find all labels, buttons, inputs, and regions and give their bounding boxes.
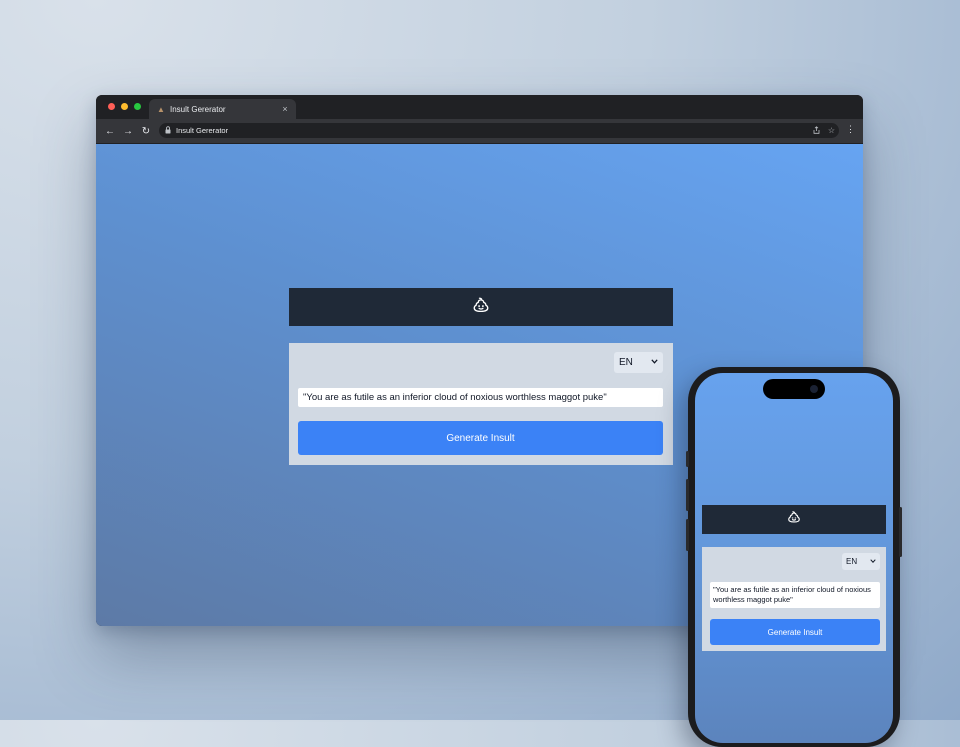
forward-icon[interactable]: → xyxy=(119,126,137,137)
mobile-language-select[interactable]: EN xyxy=(842,553,880,570)
browser-toolbar: ← → ↻ Insult Gererator ☆ ⋮ xyxy=(96,119,863,143)
window-controls xyxy=(108,103,141,110)
phone-volume-down-button xyxy=(686,519,689,551)
mobile-generate-insult-button[interactable]: Generate Insult xyxy=(710,619,880,645)
chevron-down-icon xyxy=(651,359,658,366)
dynamic-island xyxy=(763,379,825,399)
tab-close-icon[interactable]: × xyxy=(278,104,292,114)
app-header xyxy=(289,288,673,326)
phone-power-button xyxy=(899,507,902,557)
language-select[interactable]: EN xyxy=(614,352,663,373)
more-menu-icon[interactable]: ⋮ xyxy=(846,124,855,135)
close-window-button[interactable] xyxy=(108,103,115,110)
mobile-insult-output: "You are as futile as an inferior cloud … xyxy=(710,582,880,608)
bookmark-star-icon[interactable]: ☆ xyxy=(824,126,839,135)
phone-volume-up-button xyxy=(686,479,689,511)
language-select-value: EN xyxy=(619,357,633,368)
share-icon[interactable] xyxy=(809,126,824,136)
minimize-window-button[interactable] xyxy=(121,103,128,110)
address-bar-text: Insult Gererator xyxy=(176,126,809,135)
mobile-insult-card: EN "You are as futile as an inferior clo… xyxy=(702,547,886,651)
insult-output: "You are as futile as an inferior cloud … xyxy=(298,388,663,407)
poop-favicon-icon: ▲ xyxy=(157,105,166,114)
insult-card: EN "You are as futile as an inferior clo… xyxy=(289,343,673,465)
address-bar[interactable]: Insult Gererator ☆ xyxy=(159,123,839,138)
lock-icon xyxy=(165,126,173,136)
poop-emoji-icon xyxy=(787,510,801,529)
tab-title: Insult Gererator xyxy=(170,105,278,114)
phone-mockup: EN "You are as futile as an inferior clo… xyxy=(688,367,900,747)
generate-insult-button[interactable]: Generate Insult xyxy=(298,421,663,455)
mobile-app-header xyxy=(702,505,886,534)
back-icon[interactable]: ← xyxy=(101,126,119,137)
tab-bar: ▲ Insult Gererator × xyxy=(96,95,863,119)
tab-insult-generator[interactable]: ▲ Insult Gererator × xyxy=(149,99,296,119)
poop-emoji-icon xyxy=(472,296,490,319)
reload-icon[interactable]: ↻ xyxy=(137,126,155,137)
phone-screen: EN "You are as futile as an inferior clo… xyxy=(695,373,893,743)
mobile-language-select-value: EN xyxy=(846,557,857,566)
chevron-down-icon xyxy=(870,559,876,565)
phone-side-button xyxy=(686,451,689,467)
maximize-window-button[interactable] xyxy=(134,103,141,110)
